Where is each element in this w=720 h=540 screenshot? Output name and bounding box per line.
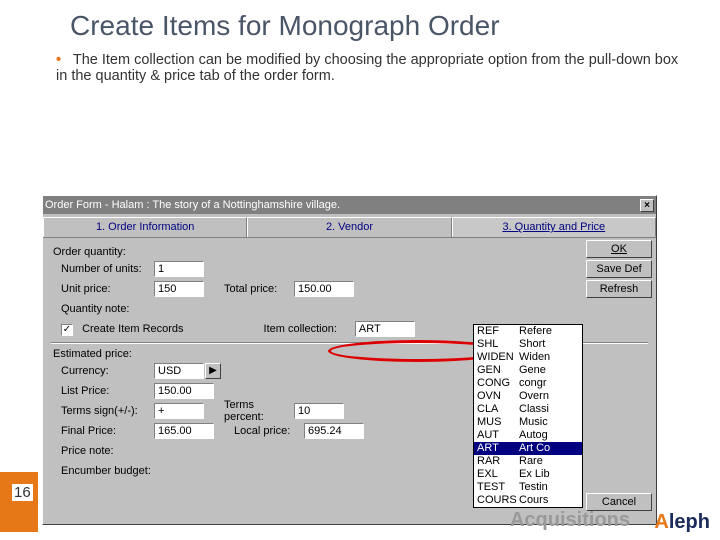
- local-price-input[interactable]: 695.24: [304, 423, 364, 439]
- item-collection-input[interactable]: ART: [355, 321, 415, 337]
- encumber-budget-label: Encumber budget:: [49, 465, 154, 477]
- dropdown-option[interactable]: WIDENWiden: [474, 351, 582, 364]
- logo: Aleph: [654, 511, 710, 534]
- dropdown-option[interactable]: COURSCours: [474, 494, 582, 507]
- tab-vendor[interactable]: 2. Vendor: [247, 217, 451, 237]
- unit-price-input[interactable]: 150: [154, 281, 204, 297]
- window-title: Order Form - Halam : The story of a Nott…: [45, 199, 640, 211]
- currency-input[interactable]: USD: [154, 363, 204, 379]
- tab-quantity-price[interactable]: 3. Quantity and Price: [452, 217, 656, 237]
- quantity-note-label: Quantity note:: [49, 303, 154, 315]
- dropdown-option[interactable]: AUTAutog: [474, 429, 582, 442]
- close-icon[interactable]: ×: [640, 199, 654, 212]
- dropdown-option[interactable]: MUSMusic: [474, 416, 582, 429]
- bullet-text: The Item collection can be modified by c…: [56, 52, 678, 84]
- order-form-window: Order Form - Halam : The story of a Nott…: [42, 195, 657, 525]
- button-column: OK Save Def Refresh: [586, 240, 652, 298]
- dropdown-option[interactable]: EXLEx Lib: [474, 468, 582, 481]
- dropdown-option[interactable]: REFRefere: [474, 325, 582, 338]
- dropdown-option[interactable]: RARRare: [474, 455, 582, 468]
- bullet-item: • The Item collection can be modified by…: [0, 46, 720, 94]
- terms-percent-input[interactable]: 10: [294, 403, 344, 419]
- bullet-dot-icon: •: [56, 52, 61, 68]
- item-collection-dropdown[interactable]: REFRefereSHLShortWIDENWidenGENGeneCONGco…: [473, 324, 583, 508]
- terms-sign-input[interactable]: +: [154, 403, 204, 419]
- item-collection-label: Item collection:: [264, 323, 337, 335]
- dropdown-option[interactable]: OVNOvern: [474, 390, 582, 403]
- total-price-input[interactable]: 150.00: [294, 281, 354, 297]
- ok-button[interactable]: OK: [586, 240, 652, 258]
- dropdown-option[interactable]: CONGcongr: [474, 377, 582, 390]
- dropdown-option[interactable]: SHLShort: [474, 338, 582, 351]
- units-label: Number of units:: [49, 263, 154, 275]
- list-price-label: List Price:: [49, 385, 154, 397]
- footer-text: Acquisitions: [510, 509, 630, 532]
- final-price-input[interactable]: 165.00: [154, 423, 214, 439]
- tab-order-information[interactable]: 1. Order Information: [43, 217, 247, 237]
- currency-dropdown-icon[interactable]: ▶: [205, 363, 221, 379]
- refresh-button[interactable]: Refresh: [586, 280, 652, 298]
- list-price-input[interactable]: 150.00: [154, 383, 214, 399]
- local-price-label: Local price:: [214, 425, 304, 437]
- terms-sign-label: Terms sign(+/-):: [49, 405, 154, 417]
- create-items-checkbox[interactable]: ✓: [61, 324, 73, 336]
- dropdown-option[interactable]: TESTTestin: [474, 481, 582, 494]
- price-note-label: Price note:: [49, 445, 154, 457]
- save-default-button[interactable]: Save Def: [586, 260, 652, 278]
- order-quantity-section-label: Order quantity:: [53, 246, 650, 258]
- unit-price-label: Unit price:: [49, 283, 154, 295]
- terms-percent-label: Terms percent:: [204, 399, 294, 423]
- tab-panel: OK Save Def Refresh Cancel Order quantit…: [43, 237, 656, 517]
- slide-accent-bar: [0, 472, 38, 532]
- page-number: 16: [12, 484, 33, 501]
- create-items-label: Create Item Records: [82, 323, 183, 335]
- dropdown-option[interactable]: CLAClassi: [474, 403, 582, 416]
- final-price-label: Final Price:: [49, 425, 154, 437]
- currency-label: Currency:: [49, 365, 154, 377]
- total-price-label: Total price:: [204, 283, 294, 295]
- tab-strip: 1. Order Information 2. Vendor 3. Quanti…: [43, 217, 656, 237]
- slide-title: Create Items for Monograph Order: [0, 0, 720, 46]
- create-items-wrap: ✓ Create Item Records: [49, 323, 184, 336]
- dropdown-option[interactable]: ARTArt Co: [474, 442, 582, 455]
- units-input[interactable]: 1: [154, 261, 204, 277]
- dropdown-option[interactable]: GENGene: [474, 364, 582, 377]
- window-titlebar: Order Form - Halam : The story of a Nott…: [43, 196, 656, 214]
